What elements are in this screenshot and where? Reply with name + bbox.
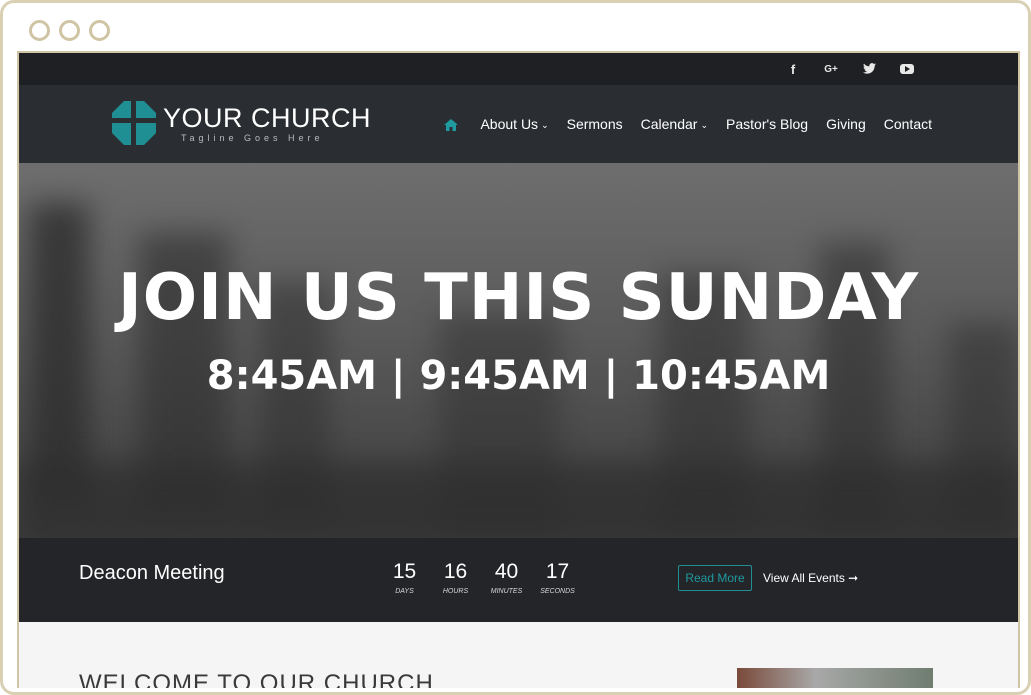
event-bar: Deacon Meeting 15 DAYS 16 HOURS 40 MINUT… xyxy=(19,538,1018,622)
chevron-down-icon: ⌄ xyxy=(700,120,709,130)
nav-pastors-blog[interactable]: Pastor's Blog xyxy=(726,116,808,132)
window-dot-minimize[interactable] xyxy=(59,20,80,41)
window-dot-close[interactable] xyxy=(29,20,50,41)
welcome-image xyxy=(737,668,933,688)
google-plus-icon[interactable]: G+ xyxy=(824,64,838,75)
countdown-minutes: 40 MINUTES xyxy=(490,560,523,595)
browser-frame: f G+ YOUR CHURCH Tagline Goes Here About… xyxy=(0,0,1031,695)
chevron-down-icon: ⌄ xyxy=(541,120,549,130)
nav-about-us[interactable]: About Us ⌄ xyxy=(480,116,548,132)
logo-tagline: Tagline Goes Here xyxy=(181,133,324,143)
read-more-button[interactable]: Read More xyxy=(678,565,752,591)
welcome-heading: WELCOME TO OUR CHURCH xyxy=(79,670,434,688)
nav-contact[interactable]: Contact xyxy=(884,116,932,132)
social-bar: f G+ xyxy=(19,53,1018,85)
event-countdown: 15 DAYS 16 HOURS 40 MINUTES 17 SECONDS xyxy=(379,560,583,595)
nav-giving[interactable]: Giving xyxy=(826,116,866,132)
main-nav: About Us ⌄ Sermons Calendar ⌄ Pastor's B… xyxy=(444,85,932,163)
service-times: 8:45AM | 9:45AM | 10:45AM xyxy=(206,353,831,399)
logo-title: YOUR CHURCH xyxy=(163,103,371,133)
countdown-seconds: 17 SECONDS xyxy=(540,560,575,595)
site-header: YOUR CHURCH Tagline Goes Here About Us ⌄… xyxy=(19,85,1018,163)
twitter-icon[interactable] xyxy=(862,62,876,77)
home-icon xyxy=(444,118,459,131)
view-all-events-link[interactable]: View All Events ➞ xyxy=(763,571,858,585)
countdown-hours: 16 HOURS xyxy=(442,560,469,595)
window-controls xyxy=(29,20,110,41)
nav-home[interactable] xyxy=(444,118,462,131)
hero-title: JOIN US THIS SUNDAY xyxy=(117,261,920,335)
cross-logo-icon xyxy=(111,100,157,146)
event-name[interactable]: Deacon Meeting xyxy=(79,562,225,585)
nav-sermons[interactable]: Sermons xyxy=(567,116,623,132)
page-viewport: f G+ YOUR CHURCH Tagline Goes Here About… xyxy=(17,51,1020,688)
countdown-days: 15 DAYS xyxy=(392,560,417,595)
window-dot-maximize[interactable] xyxy=(89,20,110,41)
youtube-icon[interactable] xyxy=(900,64,914,74)
site-logo[interactable]: YOUR CHURCH Tagline Goes Here xyxy=(111,100,371,146)
facebook-icon[interactable]: f xyxy=(786,62,800,77)
hero-banner: JOIN US THIS SUNDAY 8:45AM | 9:45AM | 10… xyxy=(19,163,1018,538)
social-links: f G+ xyxy=(786,53,914,85)
hero-bg-ground xyxy=(19,463,1018,538)
welcome-section: WELCOME TO OUR CHURCH xyxy=(19,622,1018,688)
nav-calendar[interactable]: Calendar ⌄ xyxy=(641,116,708,132)
